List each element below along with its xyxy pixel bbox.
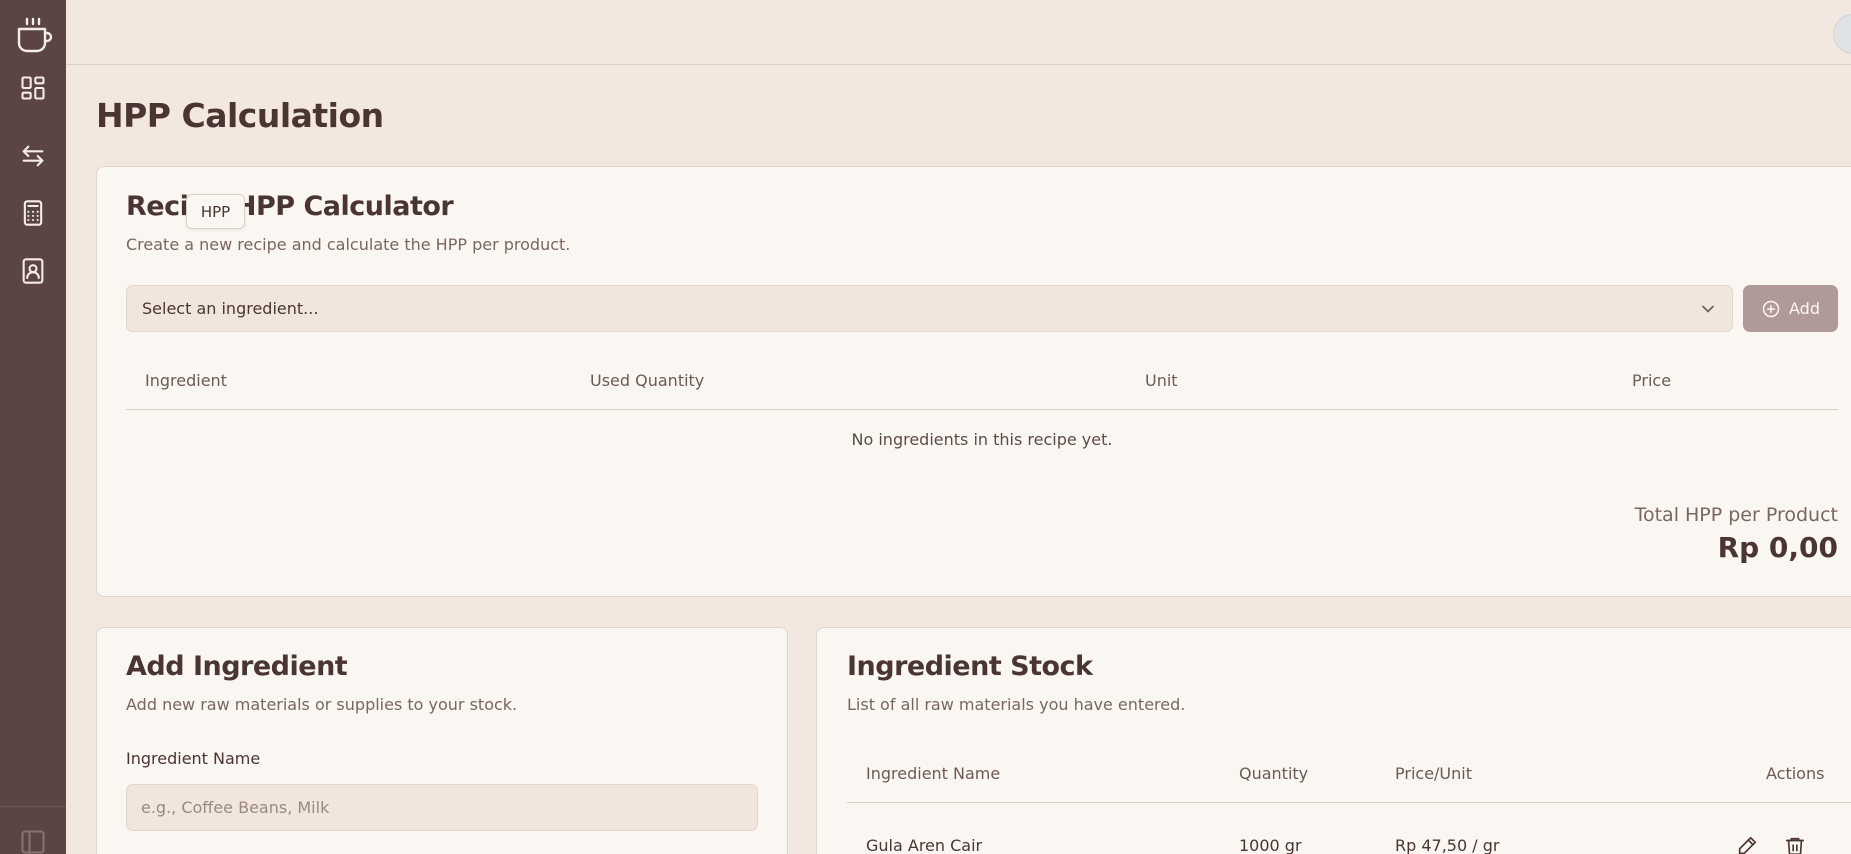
sidebar (0, 0, 66, 854)
empty-recipe-message: No ingredients in this recipe yet. (851, 430, 1113, 449)
ingredient-select-value: Select an ingredient... (142, 299, 319, 318)
stock-header-price-unit: Price/Unit (1395, 764, 1472, 783)
trash-icon[interactable] (1784, 835, 1806, 854)
dashboard-grid-icon[interactable] (0, 66, 66, 110)
stock-header-quantity: Quantity (1239, 764, 1309, 783)
top-bar (66, 0, 1851, 65)
add-button-label: Add (1789, 299, 1820, 318)
avatar[interactable] (1833, 14, 1851, 54)
stock-cell-price-unit: Rp 47,50 / gr (1395, 836, 1500, 854)
recipe-calculator-card (96, 166, 1851, 597)
ingredient-select[interactable]: Select an ingredient... (126, 285, 1733, 332)
collapse-sidebar-icon[interactable] (0, 822, 66, 854)
stock-cell-quantity: 1000 gr (1239, 836, 1302, 854)
ingredient-name-label: Ingredient Name (126, 749, 261, 768)
column-header-used-quantity: Used Quantity (590, 371, 705, 390)
total-hpp-label: Total HPP per Product (1634, 504, 1838, 526)
ingredient-stock-subtitle: List of all raw materials you have enter… (847, 695, 1186, 714)
transfer-arrows-icon[interactable] (0, 134, 66, 178)
add-ingredient-title: Add Ingredient (126, 651, 348, 682)
column-header-ingredient: Ingredient (145, 371, 227, 390)
stock-header-divider (847, 802, 1851, 803)
plus-circle-icon (1762, 300, 1780, 317)
add-ingredient-subtitle: Add new raw materials or supplies to you… (126, 695, 518, 714)
ingredient-stock-title: Ingredient Stock (847, 651, 1093, 682)
column-header-price: Price (1632, 371, 1672, 390)
table-header-divider (126, 409, 1838, 410)
tooltip: HPP (186, 194, 245, 229)
coffee-cup-logo-icon[interactable] (0, 10, 66, 60)
stock-header-ingredient-name: Ingredient Name (866, 764, 1001, 783)
stock-cell-name: Gula Aren Cair (866, 836, 983, 854)
page-title: HPP Calculation (96, 96, 384, 135)
calculator-icon[interactable] (0, 191, 66, 235)
column-header-unit: Unit (1145, 371, 1178, 390)
ingredient-name-input[interactable] (126, 784, 758, 831)
sidebar-divider (0, 806, 66, 807)
total-hpp-value: Rp 0,00 (1717, 531, 1838, 564)
add-ingredient-to-recipe-button[interactable]: Add (1743, 285, 1838, 332)
stock-header-actions: Actions (1766, 764, 1825, 783)
recipe-calculator-title: Recipe HPP Calculator (126, 191, 454, 222)
contact-book-icon[interactable] (0, 249, 66, 293)
chevron-down-icon (1702, 305, 1714, 313)
edit-pencil-icon[interactable] (1736, 835, 1758, 854)
recipe-calculator-subtitle: Create a new recipe and calculate the HP… (126, 235, 571, 254)
